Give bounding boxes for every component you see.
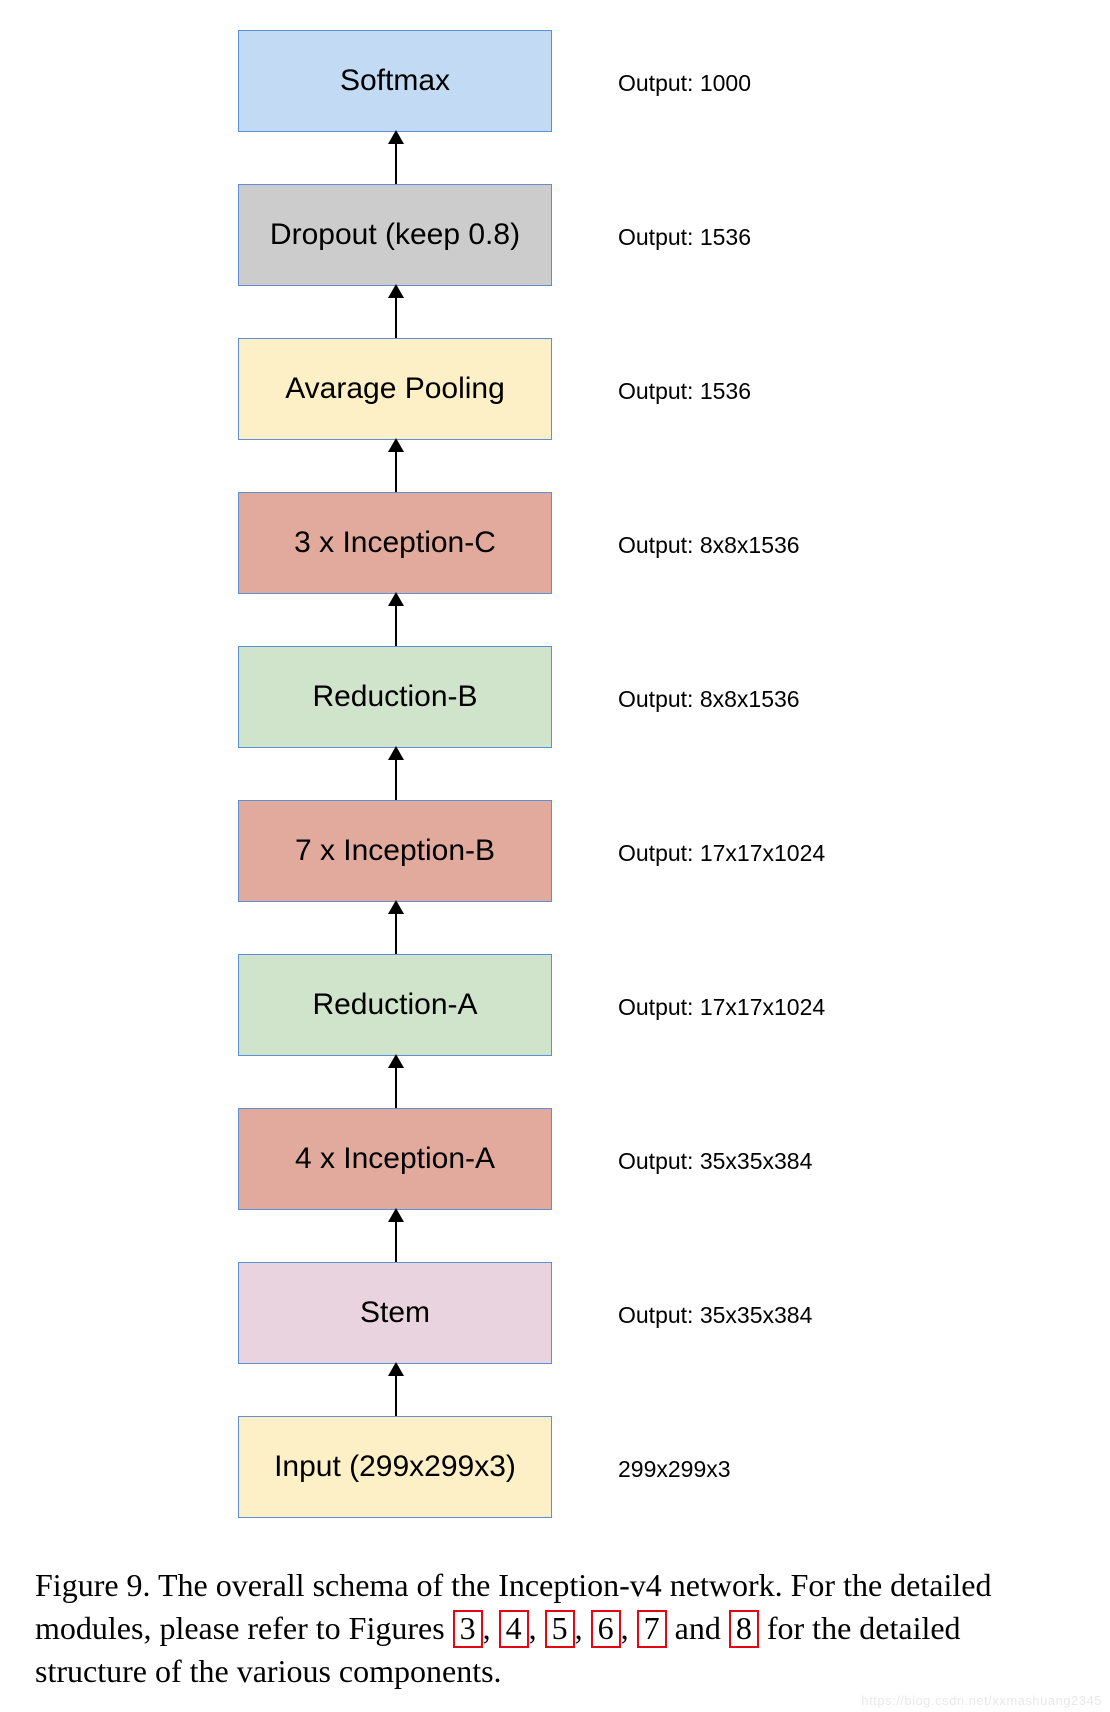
output-label-dropout: Output: 1536 [618, 224, 751, 251]
flow-arrow [395, 1056, 397, 1108]
caption-separator: , [621, 1610, 637, 1646]
layer-block-avgpool: Avarage Pooling [238, 338, 552, 440]
layer-block-reduction-a: Reduction-A [238, 954, 552, 1056]
output-label-reduction-b: Output: 8x8x1536 [618, 686, 800, 713]
figure-ref-link[interactable]: 7 [637, 1610, 667, 1648]
figure-ref-link[interactable]: 3 [453, 1610, 483, 1648]
output-label-inception-a: Output: 35x35x384 [618, 1148, 812, 1175]
caption-separator: , [483, 1610, 499, 1646]
layer-block-inception-c: 3 x Inception-C [238, 492, 552, 594]
watermark: https://blog.csdn.net/xxmashuang2345 [861, 1693, 1102, 1708]
layer-block-reduction-b: Reduction-B [238, 646, 552, 748]
layer-block-inception-a: 4 x Inception-A [238, 1108, 552, 1210]
flow-arrow [395, 1210, 397, 1262]
layer-block-inception-b: 7 x Inception-B [238, 800, 552, 902]
output-label-input: 299x299x3 [618, 1456, 731, 1483]
flow-arrow [395, 594, 397, 646]
layer-block-dropout: Dropout (keep 0.8) [238, 184, 552, 286]
layer-label: 7 x Inception-B [295, 834, 495, 868]
output-label-softmax: Output: 1000 [618, 70, 751, 97]
layer-label: Dropout (keep 0.8) [270, 218, 520, 252]
flow-arrow [395, 1364, 397, 1416]
flow-arrow [395, 132, 397, 184]
diagram-root: Softmax Output: 1000 Dropout (keep 0.8) Out… [0, 0, 1110, 1712]
caption-separator: , [575, 1610, 591, 1646]
output-label-reduction-a: Output: 17x17x1024 [618, 994, 825, 1021]
layer-label: Input (299x299x3) [274, 1450, 516, 1484]
layer-block-input: Input (299x299x3) [238, 1416, 552, 1518]
flow-arrow [395, 748, 397, 800]
output-label-inception-b: Output: 17x17x1024 [618, 840, 825, 867]
layer-label: Avarage Pooling [285, 372, 505, 406]
figure-ref-link[interactable]: 5 [545, 1610, 575, 1648]
layer-block-stem: Stem [238, 1262, 552, 1364]
figure-ref-link[interactable]: 8 [729, 1610, 759, 1648]
output-label-stem: Output: 35x35x384 [618, 1302, 812, 1329]
layer-label: Stem [360, 1296, 430, 1330]
layer-label: 4 x Inception-A [295, 1142, 495, 1176]
figure-caption: Figure 9. The overall schema of the Ince… [35, 1564, 1075, 1694]
figure-ref-link[interactable]: 6 [591, 1610, 621, 1648]
layer-label: 3 x Inception-C [294, 526, 496, 560]
flow-arrow [395, 440, 397, 492]
caption-separator: , [529, 1610, 545, 1646]
figure-ref-link[interactable]: 4 [499, 1610, 529, 1648]
layer-label: Reduction-B [312, 680, 477, 714]
caption-separator: and [667, 1610, 729, 1646]
flow-arrow [395, 902, 397, 954]
flow-arrow [395, 286, 397, 338]
layer-block-softmax: Softmax [238, 30, 552, 132]
output-label-avgpool: Output: 1536 [618, 378, 751, 405]
layer-label: Softmax [340, 64, 450, 98]
output-label-inception-c: Output: 8x8x1536 [618, 532, 800, 559]
layer-label: Reduction-A [312, 988, 477, 1022]
